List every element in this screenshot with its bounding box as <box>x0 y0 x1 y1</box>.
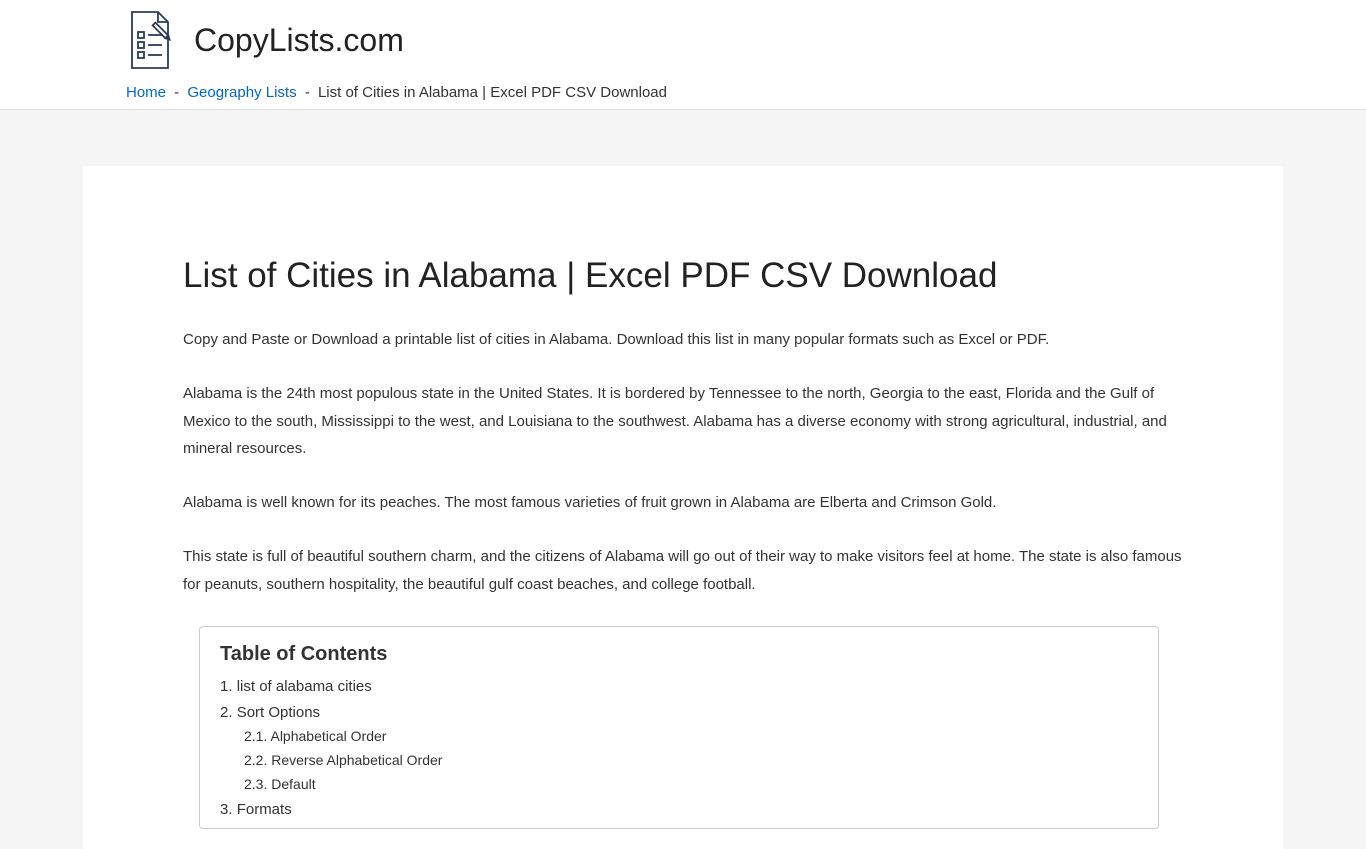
breadcrumb-home[interactable]: Home <box>126 84 166 101</box>
page-title: List of Cities in Alabama | Excel PDF CS… <box>183 256 1183 296</box>
toc-box: Table of Contents 1. list of alabama cit… <box>199 626 1159 829</box>
toc-subitem[interactable]: 2.3. Default <box>220 773 1138 797</box>
intro-para-1: Copy and Paste or Download a printable l… <box>183 326 1183 354</box>
toc-item[interactable]: 2. Sort Options <box>220 700 1138 726</box>
intro-para-3: Alabama is well known for its peaches. T… <box>183 489 1183 517</box>
breadcrumb-category[interactable]: Geography Lists <box>187 84 296 101</box>
header-bar: CopyLists.com Home - Geography Lists - L… <box>0 0 1366 110</box>
intro-para-4: This state is full of beautiful southern… <box>183 543 1183 599</box>
toc-subitem[interactable]: 2.1. Alphabetical Order <box>220 725 1138 749</box>
toc-title: Table of Contents <box>220 643 1138 666</box>
breadcrumb: Home - Geography Lists - List of Cities … <box>126 84 1240 101</box>
content-card: List of Cities in Alabama | Excel PDF CS… <box>83 166 1283 849</box>
toc-item[interactable]: 3. Formats <box>220 797 1138 823</box>
site-title-row: CopyLists.com <box>126 10 1240 70</box>
toc-subitem[interactable]: 2.2. Reverse Alphabetical Order <box>220 749 1138 773</box>
breadcrumb-sep: - <box>301 84 314 101</box>
breadcrumb-sep: - <box>170 84 183 101</box>
breadcrumb-current: List of Cities in Alabama | Excel PDF CS… <box>318 84 667 101</box>
document-checklist-icon <box>126 10 174 70</box>
toc-item[interactable]: 1. list of alabama cities <box>220 674 1138 700</box>
site-title[interactable]: CopyLists.com <box>194 22 404 59</box>
header-inner: CopyLists.com Home - Geography Lists - L… <box>43 10 1323 101</box>
intro-para-2: Alabama is the 24th most populous state … <box>183 380 1183 463</box>
